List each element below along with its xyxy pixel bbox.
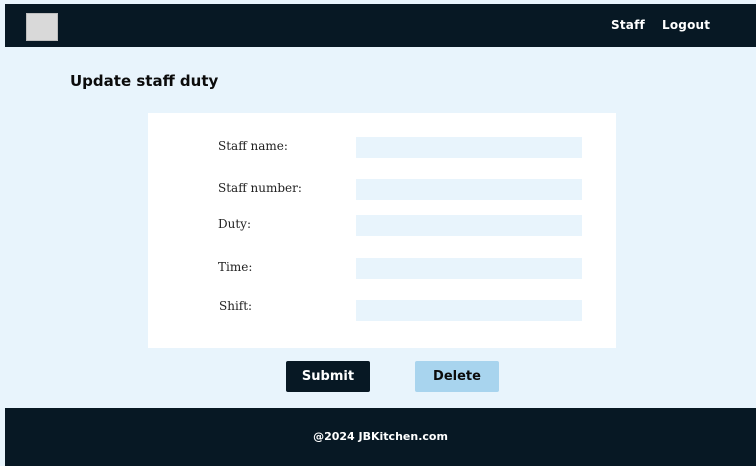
- shift-field[interactable]: [356, 300, 582, 321]
- delete-button[interactable]: Delete: [415, 361, 499, 392]
- shift-label: Shift:: [219, 299, 253, 313]
- duty-label: Duty:: [218, 217, 251, 231]
- footer-copyright: @2024 JBKitchen.com: [313, 430, 448, 443]
- logo-placeholder[interactable]: [26, 13, 58, 41]
- page-title: Update staff duty: [70, 72, 219, 90]
- bottom-strip: [0, 466, 756, 472]
- submit-button[interactable]: Submit: [286, 361, 370, 392]
- time-field[interactable]: [356, 258, 582, 279]
- duty-field[interactable]: [356, 215, 582, 236]
- staff-number-field[interactable]: [356, 179, 582, 200]
- footer: @2024 JBKitchen.com: [5, 408, 756, 466]
- staff-name-field[interactable]: [356, 137, 582, 158]
- update-duty-form: Staff name: Staff number: Duty: Time: Sh…: [148, 113, 616, 348]
- nav-link-staff[interactable]: Staff: [611, 18, 645, 32]
- staff-number-label: Staff number:: [218, 181, 302, 195]
- nav-link-logout[interactable]: Logout: [662, 18, 710, 32]
- main-content: Update staff duty Staff name: Staff numb…: [5, 47, 756, 408]
- time-label: Time:: [218, 260, 253, 274]
- app-frame: Staff Logout Update staff duty Staff nam…: [0, 0, 756, 472]
- staff-name-label: Staff name:: [218, 139, 288, 153]
- top-navbar: Staff Logout: [5, 4, 756, 47]
